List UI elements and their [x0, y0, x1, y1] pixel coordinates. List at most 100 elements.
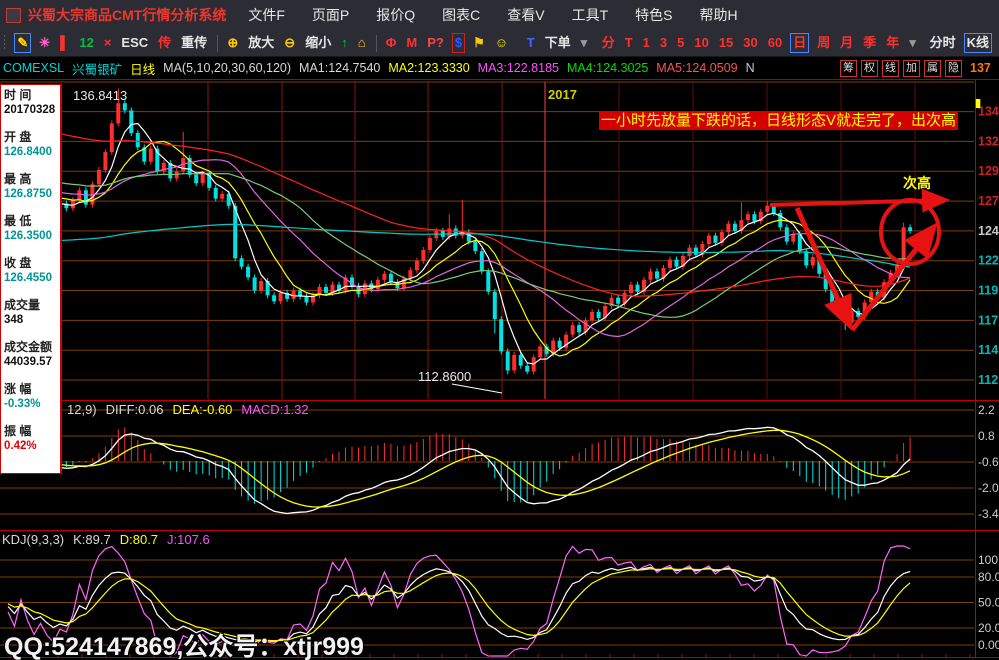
- header-button-隐[interactable]: 隐: [945, 60, 962, 77]
- period-15[interactable]: 15: [717, 34, 735, 52]
- header-button-筹[interactable]: 筹: [840, 60, 857, 77]
- svg-text:2.2: 2.2: [978, 403, 995, 417]
- retransmit-button[interactable]: 重传: [179, 34, 209, 52]
- macd-header-part-0: 12,9): [67, 402, 97, 417]
- chart-header-item-1: 兴蜀银矿: [72, 59, 122, 78]
- svg-text:132: 132: [978, 134, 999, 148]
- menu-查看V[interactable]: 查看V: [507, 5, 544, 25]
- phi-icon[interactable]: Φ: [384, 34, 399, 52]
- binoculars-icon[interactable]: M: [404, 34, 419, 52]
- period-quarter[interactable]: 季: [861, 34, 878, 52]
- period-dropdown-icon[interactable]: ▾: [907, 34, 918, 52]
- toolbar: ✎✳▌12×ESC传重传⊕放大⊖缩小↑⌂ΦMP?$⚑☺T下单▾分T1351015…: [0, 30, 999, 57]
- menu-特色S[interactable]: 特色S: [635, 5, 672, 25]
- kdj-header-part-1: K:89.7: [73, 532, 111, 547]
- chart-header-item-5: MA2:123.3330: [388, 61, 469, 75]
- bell-icon[interactable]: ⚑: [471, 34, 487, 52]
- svg-text:124: 124: [978, 224, 999, 238]
- toolbar-grip[interactable]: [4, 35, 5, 51]
- smiley-icon[interactable]: ☺: [493, 34, 510, 52]
- period-fen[interactable]: 分: [600, 34, 617, 52]
- zoom-in-icon[interactable]: ⊕: [225, 34, 240, 52]
- period-day[interactable]: 日: [790, 33, 809, 53]
- chart-canvas[interactable]: 136.8413 112.8600 2017 次高 134 132 129 127 124 122…: [0, 80, 999, 660]
- draw-tool-icon[interactable]: ✎: [14, 33, 31, 53]
- svg-text:136.8413: 136.8413: [73, 88, 127, 103]
- chart-header-item-6: MA3:122.8185: [478, 61, 559, 75]
- svg-text:次高: 次高: [903, 175, 931, 191]
- sparkle-icon[interactable]: ✳: [37, 34, 52, 52]
- watermark-text: QQ:524147869,公众号：xtjr999: [4, 627, 364, 660]
- macd-header-part-2: DEA:-0.60: [172, 402, 232, 417]
- chart-header-item-7: MA4:124.3025: [567, 61, 648, 75]
- t-order-icon[interactable]: T: [525, 34, 537, 52]
- info-value: 348: [4, 313, 58, 327]
- help-icon[interactable]: P?: [425, 34, 446, 52]
- header-button-属[interactable]: 属: [924, 60, 941, 77]
- close-icon[interactable]: ×: [102, 34, 114, 52]
- svg-text:114: 114: [978, 343, 998, 357]
- menu-报价Q[interactable]: 报价Q: [376, 5, 415, 25]
- zoom-in-button[interactable]: 放大: [246, 34, 276, 52]
- period-week[interactable]: 周: [815, 34, 832, 52]
- svg-text:134: 134: [978, 105, 999, 119]
- up-arrow-icon[interactable]: ↑: [339, 34, 350, 52]
- title-bar: 兴蜀大宗商品CMT行情分析系统 文件F 页面P 报价Q 图表C 查看V 工具T 特色S 帮助H: [0, 0, 999, 30]
- svg-text:-2.0: -2.0: [978, 481, 999, 495]
- svg-text:112.8600: 112.8600: [418, 369, 471, 384]
- svg-text:0.00: 0.00: [978, 638, 999, 652]
- info-value: 126.3500: [4, 229, 58, 243]
- header-button-线[interactable]: 线: [882, 60, 899, 77]
- place-order-button[interactable]: 下单: [543, 34, 573, 52]
- macd-header: 12,9)DIFF:0.06DEA:-0.60MACD:1.32: [67, 402, 309, 417]
- svg-text:112: 112: [978, 373, 998, 387]
- home-icon[interactable]: ⌂: [356, 34, 368, 52]
- info-label: 最 低: [4, 214, 58, 229]
- header-button-权[interactable]: 权: [861, 60, 878, 77]
- svg-text:129: 129: [978, 164, 999, 178]
- menu-帮助H[interactable]: 帮助H: [700, 5, 738, 25]
- period-60[interactable]: 60: [766, 34, 784, 52]
- period-1[interactable]: 1: [641, 34, 652, 52]
- menu-文件F[interactable]: 文件F: [248, 5, 285, 25]
- menu-页面P[interactable]: 页面P: [312, 5, 349, 25]
- chart-header: COMEXSL兴蜀银矿日线MA(5,10,20,30,60,120)MA1:12…: [0, 57, 999, 80]
- dollar-icon[interactable]: $: [452, 33, 465, 53]
- info-value: 0.42%: [4, 439, 58, 453]
- period-year[interactable]: 年: [884, 34, 901, 52]
- svg-text:80.0: 80.0: [978, 570, 999, 584]
- app-title: 兴蜀大宗商品CMT行情分析系统: [28, 5, 226, 25]
- info-label: 成交金额: [4, 340, 58, 355]
- chart-header-item-8: MA5:124.0509: [656, 61, 737, 75]
- count-label[interactable]: 12: [77, 34, 95, 52]
- kline-chart-button[interactable]: K线: [964, 33, 992, 53]
- candle-icon[interactable]: ▌: [58, 34, 71, 52]
- info-label: 涨 幅: [4, 382, 58, 397]
- minute-chart-button[interactable]: 分时: [928, 34, 958, 52]
- period-month[interactable]: 月: [838, 34, 855, 52]
- svg-text:122: 122: [978, 254, 999, 268]
- zoom-out-button[interactable]: 缩小: [303, 34, 333, 52]
- esc-button[interactable]: ESC: [119, 34, 150, 52]
- svg-text:2017: 2017: [548, 87, 577, 102]
- svg-text:127: 127: [978, 194, 999, 208]
- order-dropdown-icon[interactable]: ▾: [579, 34, 590, 52]
- kdj-header-part-3: J:107.6: [167, 532, 210, 547]
- header-button-加[interactable]: 加: [903, 60, 920, 77]
- info-value: -0.33%: [4, 397, 58, 411]
- period-5[interactable]: 5: [675, 34, 686, 52]
- svg-text:119: 119: [978, 284, 998, 298]
- period-10[interactable]: 10: [692, 34, 710, 52]
- period-30[interactable]: 30: [741, 34, 759, 52]
- period-t[interactable]: T: [623, 34, 635, 52]
- kdj-header-part-2: D:80.7: [120, 532, 158, 547]
- period-3[interactable]: 3: [658, 34, 669, 52]
- zoom-out-icon[interactable]: ⊖: [282, 34, 297, 52]
- info-label: 成交量: [4, 298, 58, 313]
- menu-工具T[interactable]: 工具T: [572, 5, 609, 25]
- info-value: 126.8750: [4, 187, 58, 201]
- upload-button[interactable]: 传: [156, 34, 173, 52]
- menu-图表C[interactable]: 图表C: [442, 5, 480, 25]
- application-window: 兴蜀大宗商品CMT行情分析系统 文件F 页面P 报价Q 图表C 查看V 工具T 特色S 帮助H…: [0, 0, 999, 660]
- chart-header-item-9: N: [746, 61, 755, 75]
